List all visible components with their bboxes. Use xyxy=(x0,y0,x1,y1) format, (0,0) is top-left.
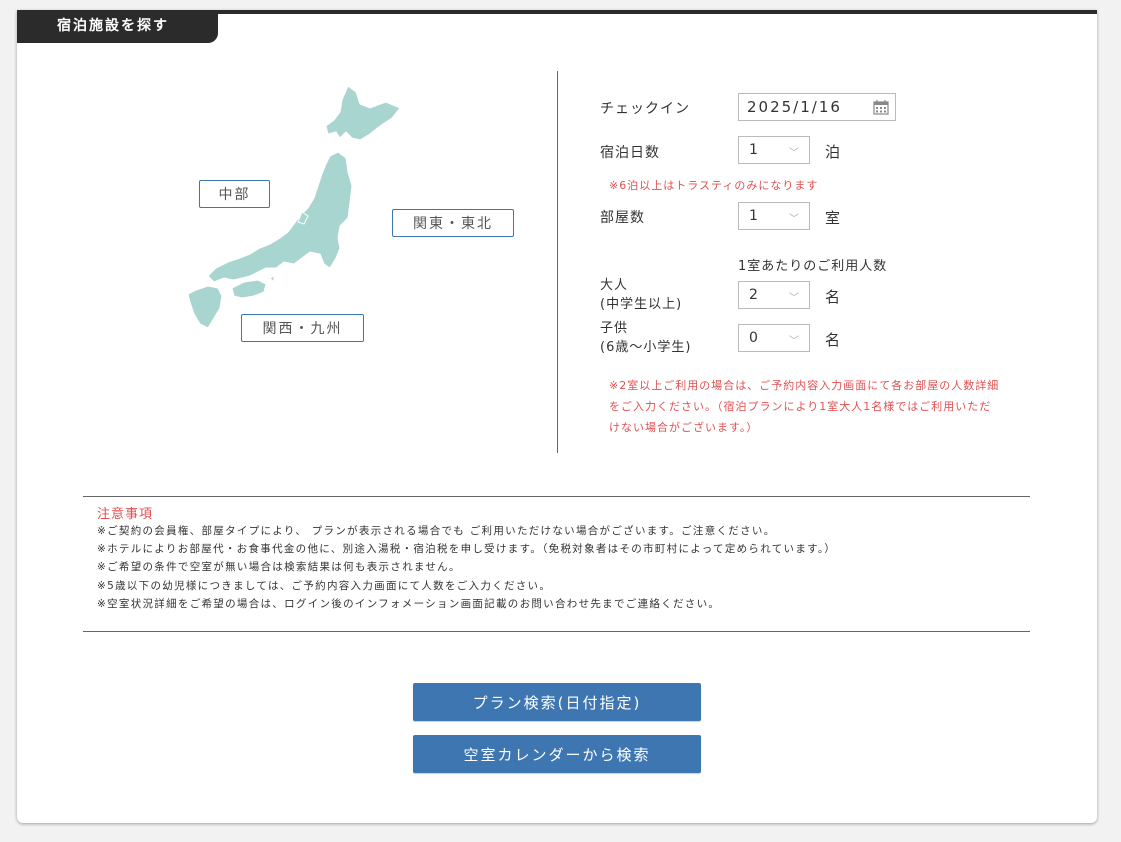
children-unit: 名 xyxy=(825,331,841,349)
notices-title: 注意事項 xyxy=(97,507,154,522)
rooms-value: 1 xyxy=(749,208,758,224)
notice-item: ※ご希望の条件で空室が無い場合は検索結果は何も表示されません。 xyxy=(97,561,461,574)
nights-label: 宿泊日数 xyxy=(600,145,660,161)
nights-note: ※6泊以上はトラスティのみになります xyxy=(609,179,819,192)
notice-item: ※ご契約の会員権、部屋タイプにより、 プランが表示される場合でも ご利用いただけ… xyxy=(97,525,776,537)
children-label-sub: (6歳～小学生) xyxy=(600,340,692,355)
region-button-kanto-tohoku[interactable]: 関東・東北 xyxy=(392,209,514,237)
checkin-label: チェックイン xyxy=(600,101,690,117)
adults-select[interactable]: 2 ﹀ xyxy=(738,281,810,309)
panel-title-tab: 宿泊施設を探す xyxy=(17,10,218,43)
plan-search-button[interactable]: プラン検索(日付指定) xyxy=(413,683,701,721)
region-button-chubu[interactable]: 中部 xyxy=(199,180,270,208)
checkin-date-input[interactable]: 2025/1/16 xyxy=(738,93,896,121)
calendar-icon[interactable] xyxy=(873,99,889,115)
map-honshu xyxy=(207,151,353,283)
multi-room-note-line: けない場合がございます。） xyxy=(609,421,759,434)
notices-top-rule xyxy=(83,496,1030,497)
nights-value: 1 xyxy=(749,142,758,158)
rooms-unit: 室 xyxy=(825,209,841,227)
map-kyushu xyxy=(187,285,223,329)
nights-select[interactable]: 1 ﹀ xyxy=(738,136,810,164)
notice-item: ※空室状況詳細をご希望の場合は、ログイン後のインフォメーション画面記載のお問い合… xyxy=(97,597,721,610)
map-hokkaido xyxy=(325,85,401,141)
map-shikoku xyxy=(231,279,267,299)
notice-item: ※ホテルによりお部屋代・お食事代金の他に、別途入湯税・宿泊税を申し受けます。（免… xyxy=(97,543,837,556)
region-button-kansai-kyushu[interactable]: 関西・九州 xyxy=(241,314,364,342)
calendar-search-button[interactable]: 空室カレンダーから検索 xyxy=(413,735,701,773)
rooms-label: 部屋数 xyxy=(600,210,645,226)
notices-list: ※ご契約の会員権、部屋タイプにより、 プランが表示される場合でも ご利用いただけ… xyxy=(97,522,836,613)
map-awaji xyxy=(269,275,275,284)
adults-label-main: 大人 xyxy=(600,278,629,293)
adults-unit: 名 xyxy=(825,288,841,306)
adults-value: 2 xyxy=(749,287,758,303)
section-divider xyxy=(557,71,558,453)
children-value: 0 xyxy=(749,330,758,346)
chevron-down-icon: ﹀ xyxy=(789,336,799,347)
notices-bottom-rule xyxy=(83,631,1030,632)
multi-room-note: ※2室以上ご利用の場合は、ご予約内容入力画面にて各お部屋の人数詳細 をご入力くだ… xyxy=(609,375,999,438)
chevron-down-icon: ﹀ xyxy=(789,293,799,304)
checkin-date-value: 2025/1/16 xyxy=(747,98,842,116)
per-room-caption: 1室あたりのご利用人数 xyxy=(738,259,888,274)
children-select[interactable]: 0 ﹀ xyxy=(738,324,810,352)
notice-item: ※5歳以下の幼児様につきましては、ご予約内容入力画面にて人数をご入力ください。 xyxy=(97,579,552,592)
multi-room-note-line: をご入力ください。（宿泊プランにより1室大人1名様ではご利用いただ xyxy=(609,400,992,413)
nights-unit: 泊 xyxy=(825,143,841,161)
adults-label: 大人 (中学生以上) xyxy=(600,276,682,314)
chevron-down-icon: ﹀ xyxy=(789,148,799,159)
chevron-down-icon: ﹀ xyxy=(789,214,799,225)
children-label: 子供 (6歳～小学生) xyxy=(600,319,691,357)
rooms-select[interactable]: 1 ﹀ xyxy=(738,202,810,230)
multi-room-note-line: ※2室以上ご利用の場合は、ご予約内容入力画面にて各お部屋の人数詳細 xyxy=(609,379,1000,392)
adults-label-sub: (中学生以上) xyxy=(600,297,683,312)
children-label-main: 子供 xyxy=(600,321,629,336)
